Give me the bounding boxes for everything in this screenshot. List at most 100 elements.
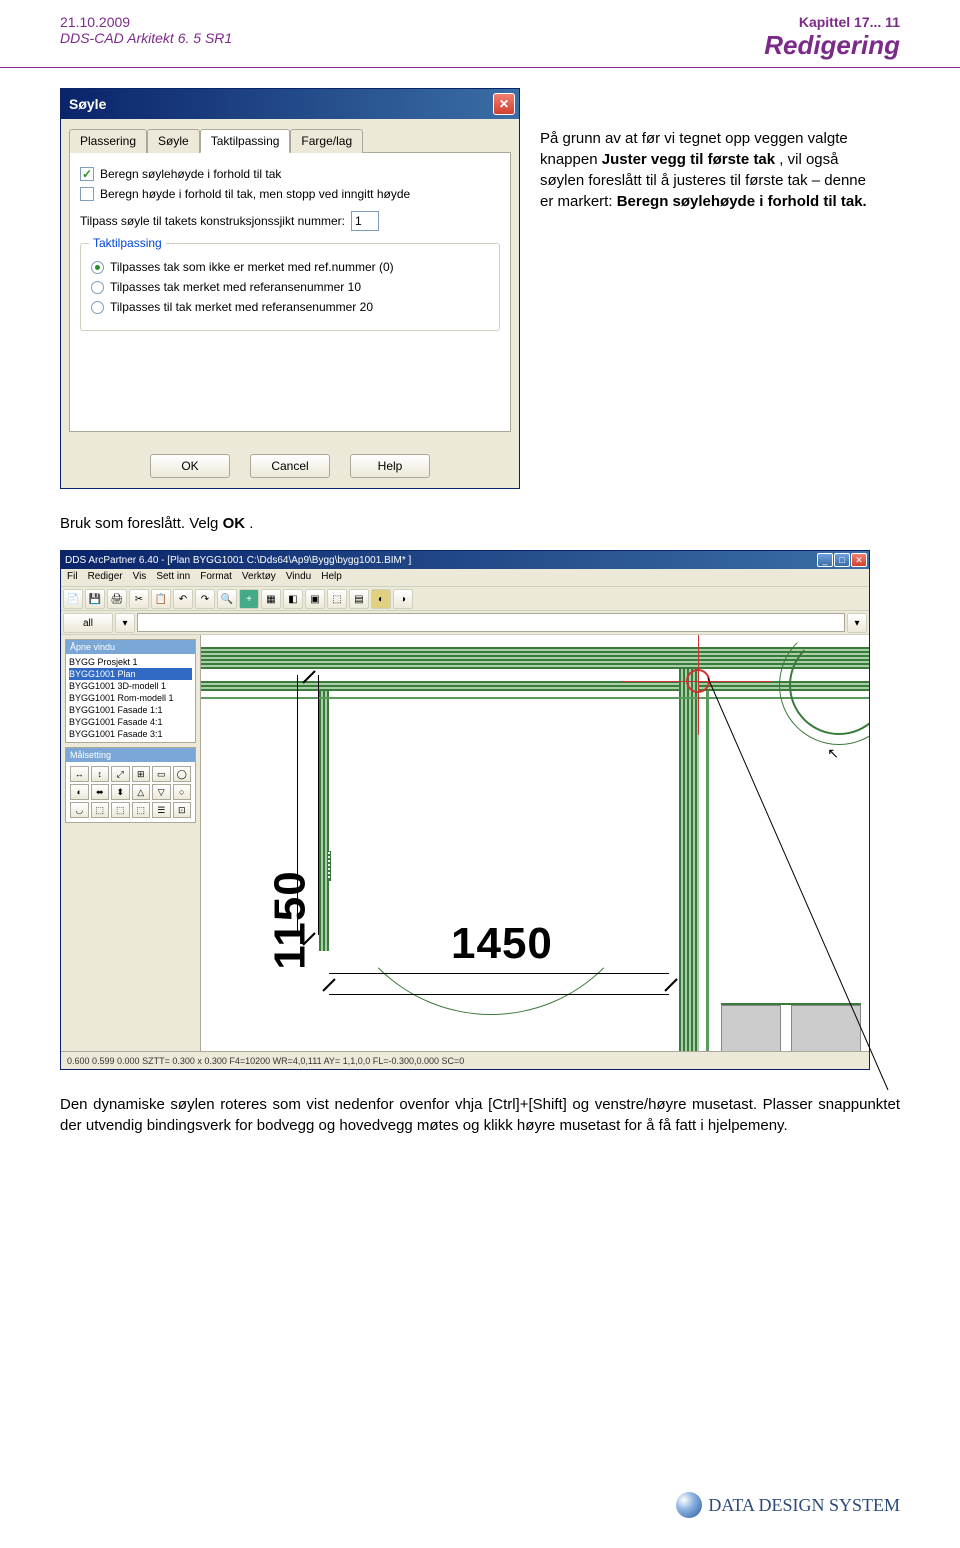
list-item[interactable]: BYGG1001 3D-modell 1 [69,680,192,692]
toolbar-icon[interactable]: ↷ [195,589,215,609]
help-button[interactable]: Help [350,454,430,478]
menu-settinn[interactable]: Sett inn [156,571,190,584]
cancel-button[interactable]: Cancel [250,454,330,478]
palette-icon[interactable]: ⬍ [111,784,130,800]
list-item[interactable]: BYGG1001 Rom-modell 1 [69,692,192,704]
dimension-1150: 1150 [266,870,316,969]
palette-icon[interactable]: ◡ [70,802,89,818]
para-right: På grunn av at før vi tegnet opp veggen … [540,88,880,489]
sjikt-nummer-input[interactable]: 1 [351,211,379,231]
header-product: DDS-CAD Arkitekt 6. 5 SR1 [60,30,232,46]
radio-ref-0[interactable] [91,261,104,274]
toolbar-icon[interactable]: 🔍 [217,589,237,609]
tab-fargelag[interactable]: Farge/lag [290,129,363,153]
toolbar-icon[interactable]: 🖨 [107,589,127,609]
toolbar-icon[interactable]: ◐ [371,589,391,609]
palette-icon[interactable]: ⬚ [132,802,151,818]
wall [201,647,870,669]
toolbar-icon[interactable]: ↶ [173,589,193,609]
radio-label-10: Tilpasses tak merket med referansenummer… [110,280,361,294]
toolbar-icon[interactable]: ⬚ [327,589,347,609]
dim-tick-icon [663,977,679,993]
tab-soyle[interactable]: Søyle [147,129,200,153]
palette-icon[interactable]: △ [132,784,151,800]
fieldset-taktilpassing: Taktilpassing Tilpasses tak som ikke er … [80,243,500,331]
page-header: 21.10.2009 DDS-CAD Arkitekt 6. 5 SR1 Kap… [0,0,960,68]
palette-icon[interactable]: ▭ [152,766,171,782]
toolbar-icon[interactable]: + [239,589,259,609]
arc [779,625,870,745]
palette-icon[interactable]: ⬌ [91,784,110,800]
close-icon[interactable]: ✕ [851,553,867,567]
tab-taktilpassing[interactable]: Taktilpassing [200,129,291,153]
menu-fil[interactable]: Fil [67,571,78,584]
toolbar-icon[interactable]: 📄 [63,589,83,609]
panel-apne-vindu-title: Åpne vindu [66,640,195,654]
palette-icon[interactable]: ↕ [91,766,110,782]
cad-titlebar: DDS ArcPartner 6.40 - [Plan BYGG1001 C:\… [61,551,869,569]
checkbox-beregn-stopp[interactable] [80,187,94,201]
maximize-icon[interactable]: □ [834,553,850,567]
wall [319,691,329,951]
column-dialog: Søyle ✕ Plassering Søyle Taktilpassing F… [60,88,520,489]
list-item[interactable]: BYGG1001 Fasade 1:1 [69,704,192,716]
menu-vindu[interactable]: Vindu [286,571,311,584]
block [721,1005,781,1055]
minimize-icon[interactable]: _ [817,553,833,567]
menu-help[interactable]: Help [321,571,342,584]
palette-icon[interactable]: ⬚ [91,802,110,818]
palette-icon[interactable]: ▽ [152,784,171,800]
globe-icon [676,1492,702,1518]
radio-ref-10[interactable] [91,281,104,294]
toolbar-icon[interactable]: ✂ [129,589,149,609]
ok-button[interactable]: OK [150,454,230,478]
radio-ref-20[interactable] [91,301,104,314]
palette-icon[interactable]: ◯ [173,766,192,782]
menu-rediger[interactable]: Rediger [88,571,123,584]
palette-icon[interactable]: ◐ [70,784,89,800]
menu-verktoy[interactable]: Verktøy [242,571,276,584]
toolbar-icon[interactable]: ▣ [305,589,325,609]
palette-icon[interactable]: ↔ [70,766,89,782]
toolbar-field[interactable] [137,613,845,632]
toolbar-icon[interactable]: ◧ [283,589,303,609]
door-leaf-symbol [327,851,331,881]
field-label: Tilpass søyle til takets konstruksjonssj… [80,214,345,228]
status-text: 0.600 0.599 0.000 SZTT= 0.300 x 0.300 F4… [67,1056,464,1066]
palette-icon[interactable]: ⬚ [111,802,130,818]
palette-icon[interactable]: ☰ [152,802,171,818]
toolbar-icon[interactable]: 📋 [151,589,171,609]
toolbar-icon[interactable]: ▤ [349,589,369,609]
checkbox-label-1: Beregn søylehøyde i forhold til tak [100,167,281,181]
menu-vis[interactable]: Vis [133,571,147,584]
dim-tick-icon [301,669,317,685]
list-item[interactable]: BYGG1001 Plan [69,668,192,680]
list-item[interactable]: BYGG1001 Fasade 3:1 [69,728,192,740]
palette-icon[interactable]: ⊡ [173,802,192,818]
checkbox-beregn-hoyde[interactable] [80,167,94,181]
toolbar-icon[interactable]: 💾 [85,589,105,609]
cad-toolbar-1: 📄 💾 🖨 ✂ 📋 ↶ ↷ 🔍 + ▦ ◧ ▣ ⬚ ▤ ◐ ◑ [61,587,869,611]
wall [679,669,699,1070]
close-icon[interactable]: ✕ [493,93,515,115]
toolbar-icon[interactable]: ◑ [393,589,413,609]
fieldset-legend: Taktilpassing [89,236,166,250]
toolbar-dropdown[interactable]: all [63,613,113,633]
header-date: 21.10.2009 [60,14,232,30]
list-item[interactable]: BYGG Prosjekt 1 [69,656,192,668]
list-item[interactable]: BYGG1001 Fasade 4:1 [69,716,192,728]
menu-format[interactable]: Format [200,571,232,584]
dialog-titlebar: Søyle ✕ [61,89,519,119]
palette-icon[interactable]: ○ [173,784,192,800]
dim-tick-icon [321,977,337,993]
cad-canvas[interactable]: 1150 1450 ↖ [201,635,869,1070]
cad-title: DDS ArcPartner 6.40 - [Plan BYGG1001 C:\… [63,555,411,566]
dialog-title: Søyle [65,96,106,112]
palette-icon[interactable]: ⤢ [111,766,130,782]
toolbar-icon[interactable]: ▦ [261,589,281,609]
toolbar-icon[interactable]: ▾ [115,613,135,633]
dimension-1450: 1450 [451,919,553,969]
panel-malsetting-title: Målsetting [66,748,195,762]
tab-plassering[interactable]: Plassering [69,129,147,153]
palette-icon[interactable]: ⊞ [132,766,151,782]
